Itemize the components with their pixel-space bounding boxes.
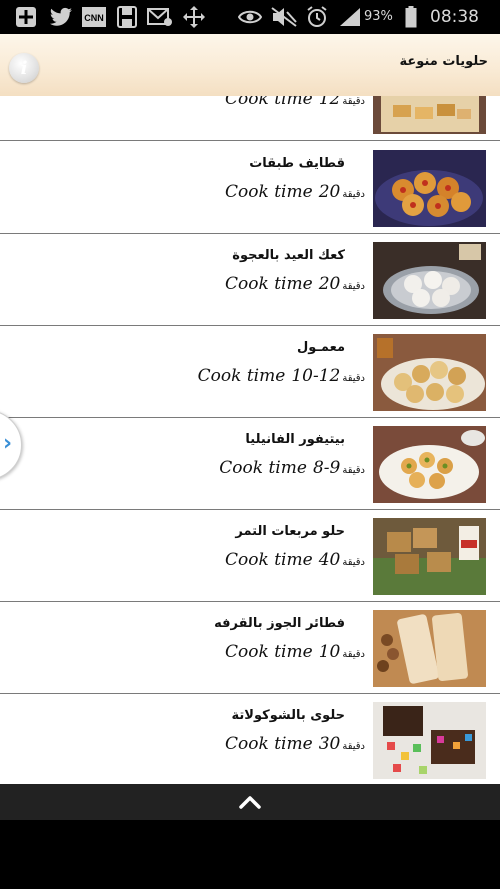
eye-icon bbox=[238, 6, 262, 28]
recipe-row[interactable]: معمـول Cook time 10-12 دقيقة bbox=[0, 326, 500, 418]
cook-time: Cook time 20 دقيقة bbox=[225, 274, 365, 294]
recipe-list[interactable]: Cook time 12 دقيقة قطايف طبقات Cook time… bbox=[0, 96, 500, 784]
bottom-bar bbox=[0, 784, 500, 820]
save-icon bbox=[116, 6, 138, 28]
cook-time-value: 20 bbox=[318, 274, 341, 294]
chevron-right-icon: › bbox=[3, 431, 13, 456]
status-bar: CNN 93% 08:38 bbox=[0, 0, 500, 34]
cook-time-value: 40 bbox=[318, 550, 341, 570]
email-icon bbox=[147, 6, 173, 28]
battery-icon bbox=[404, 6, 418, 28]
cook-time-unit: دقيقة bbox=[342, 741, 365, 752]
cook-time: Cook time 12 دقيقة bbox=[225, 96, 365, 109]
cook-time-label: Cook time bbox=[225, 550, 313, 570]
cook-time-label: Cook time bbox=[225, 96, 313, 109]
cook-time: Cook time 40 دقيقة bbox=[225, 550, 365, 570]
cook-time-value: 12 bbox=[318, 96, 341, 109]
recipe-thumbnail bbox=[373, 150, 486, 227]
recipe-title: فطائر الجوز بالقرفه bbox=[214, 616, 345, 631]
cnn-icon: CNN bbox=[82, 6, 106, 28]
cook-time: Cook time 10 دقيقة bbox=[225, 642, 365, 662]
recipe-thumbnail bbox=[373, 96, 486, 134]
page-title: حلويات منوعة bbox=[399, 54, 488, 69]
recipe-thumbnail bbox=[373, 702, 486, 779]
cook-time: Cook time 8-9 دقيقة bbox=[219, 458, 365, 478]
cook-time-value: 10-12 bbox=[291, 366, 341, 386]
twitter-icon bbox=[48, 6, 74, 28]
cook-time-label: Cook time bbox=[225, 274, 313, 294]
cook-time-label: Cook time bbox=[225, 734, 313, 754]
recipe-title: كعك العيد بالعجوة bbox=[232, 248, 345, 263]
cook-time-unit: دقيقة bbox=[342, 557, 365, 568]
recipe-title: حلوى بالشوكولاتة bbox=[231, 708, 345, 723]
recipe-title: معمـول bbox=[297, 340, 345, 355]
cook-time: Cook time 10-12 دقيقة bbox=[198, 366, 365, 386]
recipe-row[interactable]: حلوى بالشوكولاتة Cook time 30 دقيقة bbox=[0, 694, 500, 784]
recipe-row[interactable]: Cook time 12 دقيقة bbox=[0, 96, 500, 141]
cnn-label: CNN bbox=[84, 13, 104, 23]
add-icon bbox=[14, 6, 38, 28]
recipe-thumbnail bbox=[373, 610, 486, 687]
info-icon: i bbox=[20, 57, 28, 79]
cook-time: Cook time 30 دقيقة bbox=[225, 734, 365, 754]
cook-time-unit: دقيقة bbox=[342, 465, 365, 476]
recipe-title: حلو مربعات التمر bbox=[235, 524, 345, 539]
move-icon bbox=[182, 6, 206, 28]
scroll-up-button[interactable] bbox=[236, 792, 264, 812]
cook-time-label: Cook time bbox=[219, 458, 307, 478]
cook-time-unit: دقيقة bbox=[342, 649, 365, 660]
navigation-area bbox=[0, 820, 500, 889]
cook-time-unit: دقيقة bbox=[342, 189, 365, 200]
recipe-thumbnail bbox=[373, 242, 486, 319]
recipe-thumbnail bbox=[373, 426, 486, 503]
cook-time-label: Cook time bbox=[225, 642, 313, 662]
info-button[interactable]: i bbox=[9, 53, 39, 83]
cook-time-unit: دقيقة bbox=[342, 96, 365, 107]
cook-time-value: 10 bbox=[318, 642, 341, 662]
mute-icon bbox=[270, 6, 298, 28]
alarm-icon bbox=[305, 6, 329, 28]
recipe-title: بيتيفور الفانيليا bbox=[245, 432, 345, 447]
recipe-row[interactable]: بيتيفور الفانيليا Cook time 8-9 دقيقة bbox=[0, 418, 500, 510]
recipe-row[interactable]: كعك العيد بالعجوة Cook time 20 دقيقة bbox=[0, 234, 500, 326]
cook-time-value: 20 bbox=[318, 182, 341, 202]
cook-time-label: Cook time bbox=[197, 366, 286, 386]
recipe-row[interactable]: حلو مربعات التمر Cook time 40 دقيقة bbox=[0, 510, 500, 602]
clock: 08:38 bbox=[430, 7, 479, 27]
recipe-row[interactable]: فطائر الجوز بالقرفه Cook time 10 دقيقة bbox=[0, 602, 500, 694]
signal-icon bbox=[337, 6, 363, 28]
chevron-up-icon bbox=[239, 796, 261, 809]
battery-percent: 93% bbox=[364, 9, 393, 24]
app-header: i حلويات منوعة bbox=[0, 34, 500, 96]
cook-time-value: 30 bbox=[318, 734, 341, 754]
recipe-row[interactable]: قطايف طبقات Cook time 20 دقيقة bbox=[0, 142, 500, 234]
cook-time-label: Cook time bbox=[225, 182, 313, 202]
cook-time: Cook time 20 دقيقة bbox=[225, 182, 365, 202]
recipe-thumbnail bbox=[373, 334, 486, 411]
cook-time-unit: دقيقة bbox=[342, 281, 365, 292]
cook-time-value: 8-9 bbox=[312, 458, 341, 478]
recipe-thumbnail bbox=[373, 518, 486, 595]
cook-time-unit: دقيقة bbox=[342, 373, 365, 384]
recipe-title: قطايف طبقات bbox=[249, 156, 345, 171]
